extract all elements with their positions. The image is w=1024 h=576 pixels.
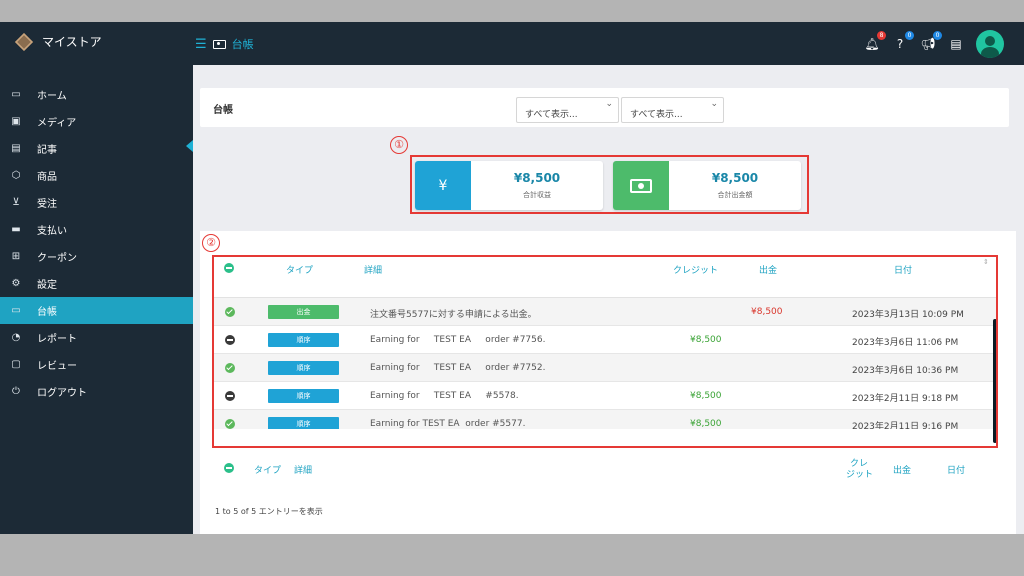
stat-label: 合計出金額 bbox=[717, 191, 753, 199]
sidebar-item-coupons[interactable]: ⊞ クーポン bbox=[0, 243, 193, 270]
top-bar: マイストア ☰ 台帳 🔔︎ 8 ? 0 📢︎ 0 ▤ bbox=[0, 22, 1024, 65]
annotation-box-2 bbox=[212, 255, 998, 448]
footer-header-date[interactable]: 日付 bbox=[947, 463, 965, 476]
card-icon: ▬ bbox=[11, 224, 21, 235]
book-icon[interactable]: ▤ bbox=[948, 37, 964, 51]
document-icon: ▤ bbox=[11, 143, 21, 154]
sidebar-item-articles[interactable]: ▤ 記事 bbox=[0, 135, 193, 162]
announcement-badge: 0 bbox=[933, 31, 942, 40]
money-icon bbox=[630, 178, 652, 193]
main-content: 台帳 すべて表示... ⌄ すべて表示... ⌄ ① ¥ ¥8,500 合計収益 ¥… bbox=[193, 65, 1024, 534]
sidebar-item-orders[interactable]: ⊻ 受注 bbox=[0, 189, 193, 216]
sidebar-item-label: 台帳 bbox=[37, 307, 57, 318]
sidebar-item-payments[interactable]: ▬ 支払い bbox=[0, 216, 193, 243]
cash-icon: ▭ bbox=[11, 305, 21, 316]
hamburger-menu-icon[interactable]: ☰ bbox=[195, 37, 207, 52]
footer-header-detail[interactable]: 詳細 bbox=[294, 463, 312, 476]
sidebar-item-label: 支払い bbox=[37, 226, 67, 237]
breadcrumb: ☰ 台帳 bbox=[195, 36, 254, 52]
app-window: マイストア ☰ 台帳 🔔︎ 8 ? 0 📢︎ 0 ▤ ▭ ホーム ▣ メディア ▤ 記事 ⬡… bbox=[0, 22, 1024, 534]
stat-amount: ¥8,500 bbox=[711, 171, 759, 185]
filter-value: すべて表示... bbox=[525, 110, 578, 120]
power-icon: ⏻ bbox=[12, 386, 20, 397]
sidebar-item-label: 設定 bbox=[37, 280, 57, 291]
sidebar-item-ledger[interactable]: ▭ 台帳 bbox=[0, 297, 193, 324]
sidebar-item-label: クーポン bbox=[37, 253, 77, 264]
sidebar-item-media[interactable]: ▣ メディア bbox=[0, 108, 193, 135]
footer-toggle[interactable] bbox=[224, 463, 234, 476]
store-name: マイストア bbox=[42, 35, 102, 49]
cube-logo-icon bbox=[14, 32, 34, 51]
annotation-marker-2: ② bbox=[202, 234, 220, 252]
stat-amount: ¥8,500 bbox=[513, 171, 561, 185]
total-withdrawal-card: ¥8,500 合計出金額 bbox=[613, 161, 801, 210]
sidebar-collapse-caret[interactable] bbox=[186, 140, 193, 152]
cash-icon bbox=[212, 39, 226, 49]
minus-circle-icon bbox=[224, 463, 234, 473]
annotation-marker-1: ① bbox=[390, 136, 408, 154]
top-icons: 🔔︎ 8 ? 0 📢︎ 0 ▤ bbox=[864, 30, 1004, 58]
filter-dropdown-2[interactable]: すべて表示... ⌄ bbox=[621, 97, 724, 123]
page-title: 台帳 bbox=[213, 105, 233, 116]
sidebar-item-reviews[interactable]: ▢ レビュー bbox=[0, 351, 193, 378]
monitor-icon: ▭ bbox=[11, 89, 21, 100]
page-header: 台帳 すべて表示... ⌄ すべて表示... ⌄ bbox=[200, 88, 1009, 127]
help-badge: 0 bbox=[905, 31, 914, 40]
breadcrumb-current: 台帳 bbox=[231, 38, 254, 51]
help-icon[interactable]: ? 0 bbox=[892, 31, 914, 51]
footer-header-type[interactable]: タイプ bbox=[254, 463, 281, 476]
money-icon-box bbox=[613, 161, 669, 210]
megaphone-icon[interactable]: 📢︎ 0 bbox=[920, 31, 942, 51]
filter-value: すべて表示... bbox=[630, 110, 683, 120]
sidebar: ▭ ホーム ▣ メディア ▤ 記事 ⬡ 商品 ⊻ 受注 ▬ 支払い ⊞ クーポン ⚙ 設定 ▭ 台… bbox=[0, 65, 193, 534]
sidebar-item-label: メディア bbox=[37, 118, 77, 129]
sidebar-item-label: 記事 bbox=[37, 145, 57, 156]
footer-header-debit[interactable]: 出金 bbox=[893, 463, 911, 476]
filter-dropdown-1[interactable]: すべて表示... ⌄ bbox=[516, 97, 619, 123]
sidebar-item-label: 受注 bbox=[37, 199, 57, 210]
gears-icon: ⚙ bbox=[11, 278, 21, 289]
sidebar-item-label: ホーム bbox=[37, 91, 67, 102]
store-logo[interactable]: マイストア bbox=[14, 32, 102, 51]
gift-icon: ⊞ bbox=[11, 251, 21, 262]
sidebar-item-logout[interactable]: ⏻ ログアウト bbox=[0, 378, 193, 405]
footer-header-credit-2[interactable]: ジット bbox=[846, 467, 873, 480]
sidebar-item-products[interactable]: ⬡ 商品 bbox=[0, 162, 193, 189]
sidebar-item-label: レビュー bbox=[37, 361, 77, 372]
sidebar-item-settings[interactable]: ⚙ 設定 bbox=[0, 270, 193, 297]
sidebar-item-label: ログアウト bbox=[37, 388, 87, 399]
sidebar-item-reports[interactable]: ◔ レポート bbox=[0, 324, 193, 351]
avatar[interactable] bbox=[976, 30, 1004, 58]
cube-icon: ⬡ bbox=[11, 170, 21, 181]
comment-icon: ▢ bbox=[11, 359, 21, 370]
sidebar-item-label: レポート bbox=[37, 334, 77, 345]
chevron-down-icon: ⌄ bbox=[710, 99, 718, 109]
yen-icon: ¥ bbox=[415, 161, 471, 210]
cart-icon: ⊻ bbox=[12, 197, 20, 208]
sidebar-item-home[interactable]: ▭ ホーム bbox=[0, 81, 193, 108]
notification-badge: 8 bbox=[877, 31, 886, 40]
entries-info: 1 to 5 of 5 エントリーを表示 bbox=[215, 507, 323, 516]
chart-icon: ◔ bbox=[11, 332, 21, 343]
image-icon: ▣ bbox=[11, 116, 21, 127]
sidebar-item-label: 商品 bbox=[37, 172, 57, 183]
table-footer-header: タイプ 詳細 クレ ジット 出金 日付 bbox=[214, 459, 997, 489]
stat-label: 合計収益 bbox=[523, 191, 551, 199]
chevron-down-icon: ⌄ bbox=[605, 99, 613, 109]
total-revenue-card: ¥ ¥8,500 合計収益 bbox=[415, 161, 603, 210]
bell-icon[interactable]: 🔔︎ 8 bbox=[864, 31, 886, 51]
